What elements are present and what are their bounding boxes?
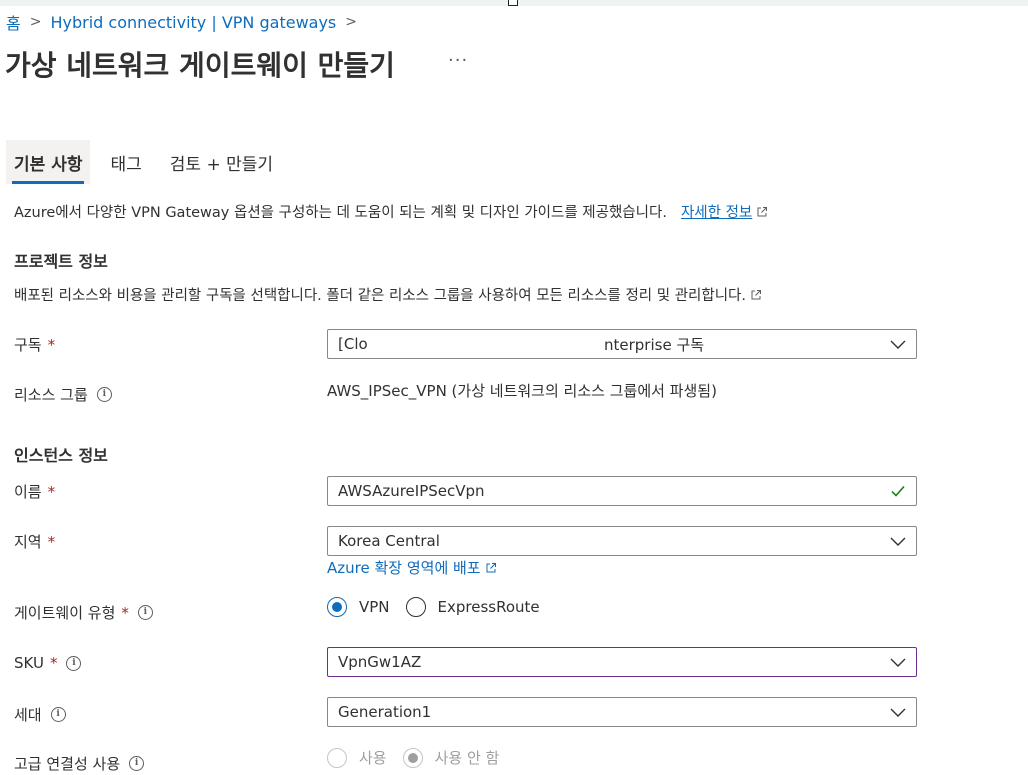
info-icon[interactable]: i (66, 655, 82, 671)
info-icon[interactable]: i (50, 707, 66, 722)
generation-label: 세대 i (14, 704, 66, 725)
breadcrumb-home[interactable]: 홈 (6, 10, 21, 34)
radio-expressroute[interactable] (405, 597, 426, 617)
radio-vpn[interactable] (327, 597, 347, 617)
window-handle[interactable] (508, 0, 518, 6)
extended-zone-link[interactable]: Azure 확장 영역에 배포 (327, 557, 496, 578)
name-input[interactable]: AWSAzureIPSecVpn (327, 476, 917, 506)
tab-bar: 기본 사항 태그 검토 + 만들기 (6, 140, 281, 184)
advanced-connectivity-label: 고급 연결성 사용 i (14, 753, 145, 774)
intro-description: Azure에서 다양한 VPN Gateway 옵션을 구성하는 데 도움이 되… (14, 201, 768, 222)
instance-details-heading: 인스턴스 정보 (14, 446, 108, 465)
extended-zone-link-text[interactable]: Azure 확장 영역에 배포 (327, 557, 481, 578)
generation-value: Generation1 (338, 703, 432, 721)
name-value: AWSAzureIPSecVpn (338, 482, 485, 500)
resource-group-label: 리소스 그룹 i (14, 384, 112, 405)
external-link-icon[interactable] (750, 289, 762, 300)
required-marker: * (121, 603, 129, 622)
required-marker: * (49, 654, 58, 672)
chevron-down-icon (890, 708, 906, 717)
gateway-type-label: 게이트웨이 유형 * i (14, 602, 153, 623)
gateway-type-label-text: 게이트웨이 유형 (14, 604, 116, 622)
info-icon[interactable]: i (96, 387, 112, 402)
gateway-type-radio-group: VPN ExpressRoute (327, 597, 556, 617)
learn-more-link[interactable]: 자세한 정보 (681, 201, 752, 222)
subscription-label: 구독 * (14, 334, 55, 355)
breadcrumb-separator: > (345, 14, 357, 30)
external-link-icon (485, 562, 496, 573)
required-marker: * (47, 532, 56, 551)
more-options-button[interactable]: ··· (448, 50, 468, 71)
required-marker: * (47, 482, 56, 501)
project-details-heading: 프로젝트 정보 (14, 252, 108, 271)
sku-label: SKU * i (14, 654, 82, 672)
generation-dropdown[interactable]: Generation1 (327, 697, 917, 727)
radio-vpn-label[interactable]: VPN (359, 598, 390, 616)
sku-label-text: SKU (14, 654, 44, 672)
name-label: 이름 * (14, 481, 55, 502)
breadcrumb-vpn-gateways[interactable]: Hybrid connectivity | VPN gateways (50, 13, 336, 32)
region-value: Korea Central (338, 532, 440, 550)
subscription-value-start: [Clo (338, 335, 368, 353)
tab-basics[interactable]: 기본 사항 (6, 140, 91, 184)
chevron-down-icon (890, 658, 906, 667)
intro-text: Azure에서 다양한 VPN Gateway 옵션을 구성하는 데 도움이 되… (14, 205, 667, 221)
radio-enable-label: 사용 (359, 749, 387, 767)
region-dropdown[interactable]: Korea Central (327, 526, 917, 556)
region-label-text: 지역 (14, 533, 42, 551)
checkmark-icon (891, 486, 905, 497)
chevron-down-icon (890, 537, 906, 546)
name-label-text: 이름 (14, 483, 42, 501)
radio-disable[interactable] (402, 747, 423, 768)
radio-expressroute-label[interactable]: ExpressRoute (438, 598, 540, 616)
resource-group-label-text: 리소스 그룹 (14, 386, 88, 404)
page-title: 가상 네트워크 게이트웨이 만들기 (5, 49, 395, 82)
tab-tags[interactable]: 태그 (102, 140, 149, 184)
chevron-down-icon (890, 340, 906, 349)
info-icon[interactable]: i (137, 605, 153, 620)
radio-enable[interactable] (327, 747, 347, 768)
advanced-connectivity-radio-group: 사용 사용 안 함 (327, 747, 515, 768)
required-marker: * (47, 335, 56, 354)
advanced-connectivity-label-text: 고급 연결성 사용 (14, 755, 121, 773)
info-icon[interactable]: i (129, 756, 145, 771)
breadcrumb: 홈 > Hybrid connectivity | VPN gateways > (6, 10, 366, 34)
generation-label-text: 세대 (14, 706, 42, 724)
sku-value: VpnGw1AZ (338, 653, 422, 671)
redaction-mask (370, 331, 602, 357)
tab-review-create[interactable]: 검토 + 만들기 (162, 140, 281, 184)
region-label: 지역 * (14, 531, 55, 552)
sku-dropdown[interactable]: VpnGw1AZ (327, 647, 917, 677)
subscription-label-text: 구독 (14, 336, 42, 354)
resource-group-value: AWS_IPSec_VPN (가상 네트워크의 리소스 그룹에서 파생됨) (327, 382, 717, 400)
breadcrumb-separator: > (29, 14, 42, 30)
subscription-value-end: nterprise 구독 (604, 335, 705, 354)
project-description: 배포된 리소스와 비용을 관리할 구독을 선택합니다. 폴더 같은 리소스 그룹… (14, 284, 762, 305)
external-link-icon (756, 206, 768, 217)
project-desc-text: 배포된 리소스와 비용을 관리할 구독을 선택합니다. 폴더 같은 리소스 그룹… (14, 288, 747, 304)
radio-disable-label: 사용 안 함 (434, 749, 500, 767)
